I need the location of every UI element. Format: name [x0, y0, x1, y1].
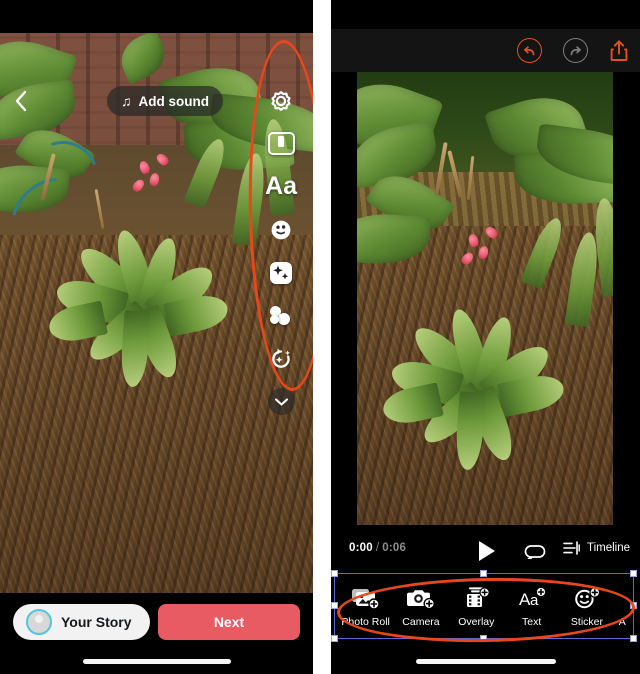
next-button[interactable]: Next [158, 604, 300, 640]
more-tools-button[interactable] [264, 380, 298, 423]
boomerang-button[interactable] [264, 122, 298, 165]
sticker-smiley-icon [271, 220, 291, 239]
selection-handle-tc[interactable] [480, 570, 487, 577]
redo-button[interactable] [563, 38, 588, 63]
your-story-label: Your Story [61, 614, 132, 630]
timeline-icon [563, 541, 580, 555]
settings-button[interactable] [264, 79, 298, 122]
story-photo: ♫ Add sound Aa [0, 33, 313, 593]
selection-handle-ml[interactable] [331, 602, 338, 609]
text-aa-icon: Aa [265, 172, 297, 200]
export-button[interactable] [609, 39, 629, 63]
gear-icon [271, 90, 291, 111]
timeline-label: Timeline [587, 542, 631, 554]
draw-dots-icon [269, 305, 293, 326]
boomerang-icon [267, 132, 295, 155]
selection-handle-br[interactable] [630, 635, 637, 642]
music-note-icon: ♫ [121, 93, 132, 109]
text-tool-button[interactable]: Aa [264, 165, 298, 208]
add-sound-button[interactable]: ♫ Add sound [107, 86, 223, 116]
time-separator: / [375, 542, 380, 554]
play-button[interactable] [479, 541, 495, 561]
story-tool-rail: Aa [259, 79, 303, 423]
undo-circle-icon [524, 46, 535, 56]
effects-button[interactable] [264, 251, 298, 294]
share-up-icon [610, 39, 628, 61]
current-time: 0:00 [349, 542, 373, 554]
selection-box[interactable] [331, 570, 637, 642]
next-label: Next [213, 614, 245, 630]
back-button[interactable] [12, 89, 30, 113]
home-indicator [416, 659, 556, 664]
right-status-bar [331, 0, 640, 29]
selection-handle-tl[interactable] [331, 570, 338, 577]
sparkle-square-icon [270, 261, 292, 284]
your-story-button[interactable]: Your Story [13, 604, 150, 640]
home-indicator [83, 659, 231, 664]
chevron-down-icon [267, 388, 295, 415]
camera-sparkle-icon [272, 348, 291, 368]
add-sound-label: Add sound [138, 93, 210, 109]
enhance-button[interactable] [264, 337, 298, 380]
left-phone-panel: ♫ Add sound Aa Your Story Next [0, 0, 313, 674]
loop-button[interactable] [524, 544, 546, 561]
redo-circle-icon [570, 46, 581, 56]
undo-button[interactable] [517, 38, 542, 63]
playback-time: 0:00/0:06 [349, 542, 406, 554]
video-preview[interactable] [357, 72, 613, 525]
selection-handle-bc[interactable] [480, 635, 487, 642]
left-status-bar [0, 0, 313, 33]
avatar [26, 609, 52, 635]
selection-handle-mr[interactable] [630, 602, 637, 609]
selection-handle-bl[interactable] [331, 635, 338, 642]
screenshot-stage: ♫ Add sound Aa Your Story Next 0:00 / 0:… [0, 0, 640, 674]
sticker-button[interactable] [264, 208, 298, 251]
right-phone-panel: 0:00/0:06 Timeline Photo Roll Camera Ove… [331, 0, 640, 674]
timeline-button[interactable]: Timeline [563, 541, 630, 555]
selection-handle-tr[interactable] [630, 570, 637, 577]
total-time: 0:06 [382, 542, 407, 554]
draw-button[interactable] [264, 294, 298, 337]
editor-actions [517, 38, 629, 63]
loop-icon [524, 545, 546, 561]
